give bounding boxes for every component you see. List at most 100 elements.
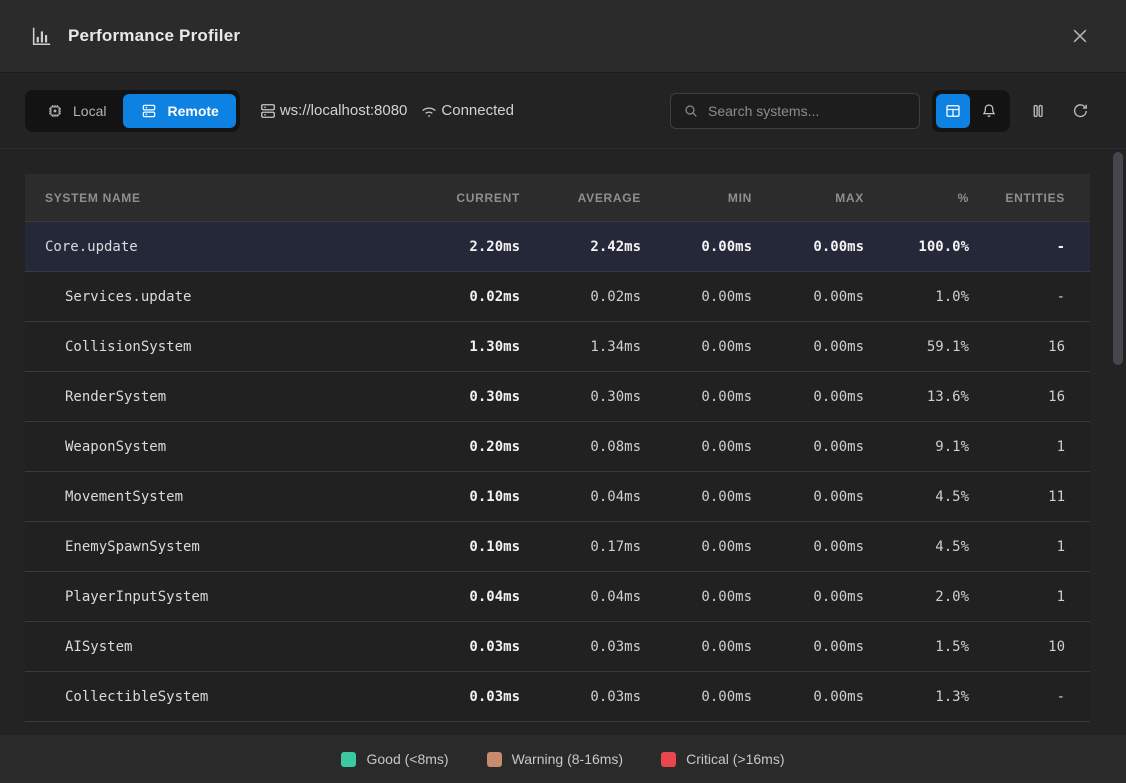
search-box[interactable]	[670, 93, 920, 129]
max-value: 0.00ms	[752, 539, 864, 555]
remote-button[interactable]: Remote	[123, 94, 235, 128]
max-value: 0.00ms	[752, 589, 864, 605]
websocket-url-text: ws://localhost:8080	[280, 102, 408, 119]
close-button[interactable]	[1064, 20, 1096, 52]
percent-value: 1.3%	[864, 689, 969, 705]
system-name: EnemySpawnSystem	[25, 539, 400, 555]
entities-value: -	[969, 289, 1090, 305]
entities-value: 10	[969, 639, 1090, 655]
connection-status: Connected	[419, 101, 514, 121]
table-row[interactable]: MovementSystem 0.10ms 0.04ms 0.00ms 0.00…	[25, 472, 1090, 522]
legend-good-label: Good (<8ms)	[366, 751, 448, 767]
websocket-url: ws://localhost:8080	[258, 101, 408, 121]
vertical-scrollbar-thumb[interactable]	[1113, 152, 1123, 365]
entities-value: 1	[969, 589, 1090, 605]
percent-value: 1.5%	[864, 639, 969, 655]
entities-value: 11	[969, 489, 1090, 505]
server-icon	[140, 102, 158, 120]
connection-info: ws://localhost:8080 Connected	[258, 101, 514, 121]
table-view-button[interactable]	[936, 94, 970, 128]
min-value: 0.00ms	[641, 639, 752, 655]
table-row[interactable]: CollectibleSystem 0.03ms 0.03ms 0.00ms 0…	[25, 672, 1090, 722]
table-row[interactable]: RenderSystem 0.30ms 0.30ms 0.00ms 0.00ms…	[25, 372, 1090, 422]
entities-value: 1	[969, 539, 1090, 555]
max-value: 0.00ms	[752, 339, 864, 355]
entities-value: 1	[969, 439, 1090, 455]
table-content: SYSTEM NAME CURRENT AVERAGE MIN MAX % EN…	[0, 149, 1126, 735]
refresh-button[interactable]	[1062, 93, 1098, 129]
average-value: 1.34ms	[520, 339, 641, 355]
server-icon	[258, 101, 278, 121]
close-icon	[1070, 26, 1090, 46]
column-percent: %	[864, 191, 969, 205]
system-name: CollectibleSystem	[25, 689, 400, 705]
current-value: 2.20ms	[400, 239, 520, 255]
table-body: Core.update 2.20ms 2.42ms 0.00ms 0.00ms …	[25, 222, 1090, 722]
pause-icon	[1028, 101, 1048, 121]
bell-icon	[980, 102, 998, 120]
table-row[interactable]: AISystem 0.03ms 0.03ms 0.00ms 0.00ms 1.5…	[25, 622, 1090, 672]
average-value: 2.42ms	[520, 239, 641, 255]
current-value: 0.30ms	[400, 389, 520, 405]
current-value: 0.10ms	[400, 489, 520, 505]
legend-item-critical: Critical (>16ms)	[661, 751, 784, 767]
legend-bar: Good (<8ms) Warning (8-16ms) Critical (>…	[0, 735, 1126, 783]
cpu-icon	[46, 102, 64, 120]
max-value: 0.00ms	[752, 439, 864, 455]
percent-value: 9.1%	[864, 439, 969, 455]
pause-button[interactable]	[1020, 93, 1056, 129]
percent-value: 1.0%	[864, 289, 969, 305]
max-value: 0.00ms	[752, 239, 864, 255]
column-min: MIN	[641, 191, 752, 205]
remote-button-label: Remote	[167, 103, 218, 119]
alerts-button[interactable]	[972, 94, 1006, 128]
min-value: 0.00ms	[641, 389, 752, 405]
current-value: 0.02ms	[400, 289, 520, 305]
entities-value: -	[969, 689, 1090, 705]
average-value: 0.04ms	[520, 489, 641, 505]
table-icon	[944, 102, 962, 120]
page-title: Performance Profiler	[68, 26, 240, 46]
current-value: 0.03ms	[400, 689, 520, 705]
local-button[interactable]: Local	[29, 94, 123, 128]
toolbar: Local Remote	[0, 73, 1126, 149]
system-name: Core.update	[25, 239, 400, 255]
table-row[interactable]: CollisionSystem 1.30ms 1.34ms 0.00ms 0.0…	[25, 322, 1090, 372]
column-current: CURRENT	[400, 191, 520, 205]
column-average: AVERAGE	[520, 191, 641, 205]
column-system-name: SYSTEM NAME	[25, 191, 400, 205]
max-value: 0.00ms	[752, 689, 864, 705]
view-toggle-group	[932, 90, 1010, 132]
table-row[interactable]: WeaponSystem 0.20ms 0.08ms 0.00ms 0.00ms…	[25, 422, 1090, 472]
min-value: 0.00ms	[641, 339, 752, 355]
search-input[interactable]	[708, 103, 907, 119]
average-value: 0.08ms	[520, 439, 641, 455]
table-row[interactable]: Services.update 0.02ms 0.02ms 0.00ms 0.0…	[25, 272, 1090, 322]
table-row[interactable]: Core.update 2.20ms 2.42ms 0.00ms 0.00ms …	[25, 222, 1090, 272]
wifi-icon	[419, 101, 439, 121]
search-icon	[683, 103, 699, 119]
min-value: 0.00ms	[641, 489, 752, 505]
performance-profiler-window: Performance Profiler Local	[0, 0, 1126, 783]
system-name: Services.update	[25, 289, 400, 305]
source-segmented-control: Local Remote	[25, 90, 240, 132]
refresh-icon	[1070, 101, 1090, 121]
system-name: CollisionSystem	[25, 339, 400, 355]
percent-value: 59.1%	[864, 339, 969, 355]
max-value: 0.00ms	[752, 389, 864, 405]
current-value: 0.03ms	[400, 639, 520, 655]
legend-item-warning: Warning (8-16ms)	[487, 751, 624, 767]
column-entities: ENTITIES	[969, 191, 1090, 205]
critical-color-swatch	[661, 752, 676, 767]
systems-table: SYSTEM NAME CURRENT AVERAGE MIN MAX % EN…	[25, 174, 1090, 722]
bar-chart-icon	[30, 25, 52, 47]
system-name: PlayerInputSystem	[25, 589, 400, 605]
percent-value: 100.0%	[864, 239, 969, 255]
legend-item-good: Good (<8ms)	[341, 751, 448, 767]
percent-value: 4.5%	[864, 539, 969, 555]
min-value: 0.00ms	[641, 689, 752, 705]
table-row[interactable]: PlayerInputSystem 0.04ms 0.04ms 0.00ms 0…	[25, 572, 1090, 622]
entities-value: 16	[969, 389, 1090, 405]
current-value: 0.10ms	[400, 539, 520, 555]
table-row[interactable]: EnemySpawnSystem 0.10ms 0.17ms 0.00ms 0.…	[25, 522, 1090, 572]
